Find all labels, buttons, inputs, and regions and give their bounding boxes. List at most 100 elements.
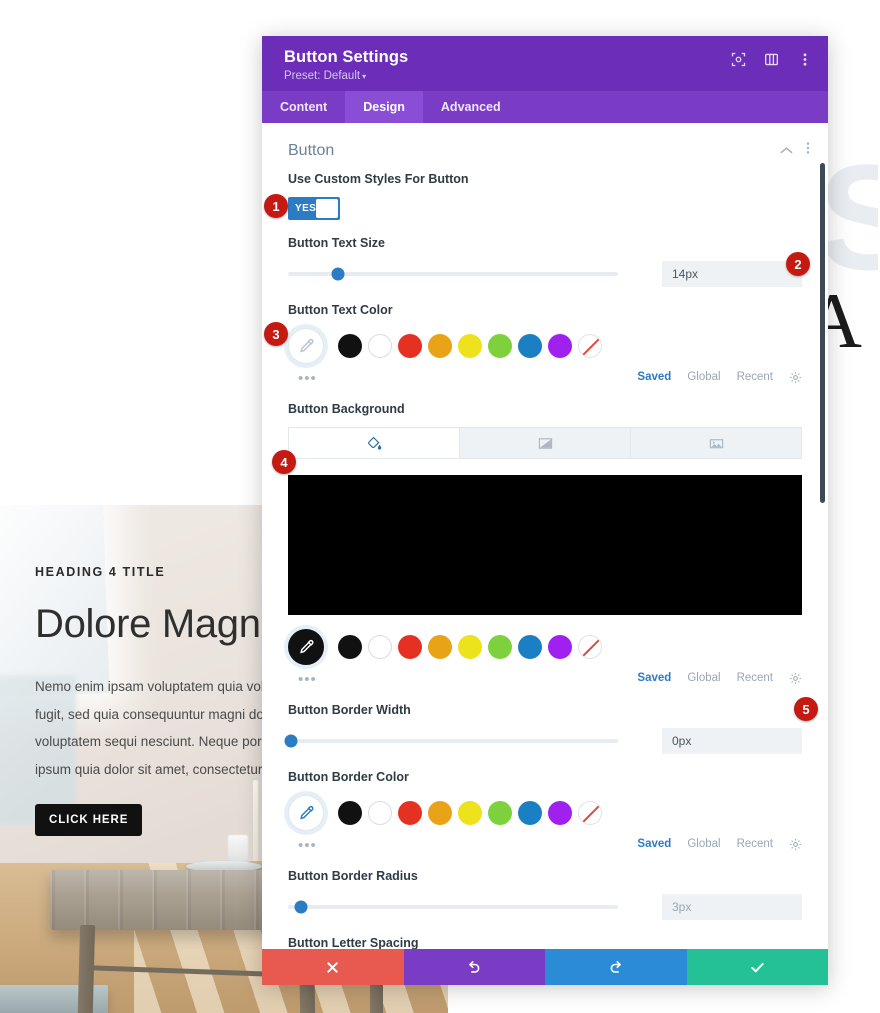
swatch-transparent[interactable] bbox=[578, 801, 602, 825]
layout-icon[interactable] bbox=[764, 52, 779, 67]
swatch-blue[interactable] bbox=[518, 801, 542, 825]
swatch-orange[interactable] bbox=[428, 334, 452, 358]
swatch-blue[interactable] bbox=[518, 635, 542, 659]
swatch-black[interactable] bbox=[338, 635, 362, 659]
section-actions bbox=[780, 141, 810, 160]
field-label: Button Border Radius bbox=[288, 869, 418, 883]
border-radius-slider[interactable] bbox=[288, 898, 618, 916]
field-label: Button Letter Spacing bbox=[288, 936, 419, 949]
palette-tab-global[interactable]: Global bbox=[687, 838, 720, 850]
swatch-white[interactable] bbox=[368, 334, 392, 358]
palette-tab-global[interactable]: Global bbox=[687, 672, 720, 684]
swatch-purple[interactable] bbox=[548, 334, 572, 358]
gear-icon[interactable] bbox=[789, 838, 802, 851]
modal-tabs: Content Design Advanced bbox=[262, 91, 828, 123]
marker-2: 2 bbox=[786, 252, 810, 276]
settings-scroll-area: Button Use Custom Styles For Button YES … bbox=[262, 123, 828, 949]
gear-icon[interactable] bbox=[789, 371, 802, 384]
toggle-value-label: YES bbox=[295, 203, 317, 214]
border-width-slider[interactable] bbox=[284, 732, 618, 750]
swatch-yellow[interactable] bbox=[458, 801, 482, 825]
custom-styles-toggle-row: YES bbox=[288, 197, 802, 220]
eyedropper-icon[interactable] bbox=[288, 795, 324, 831]
preset-selector[interactable]: Preset: Default ▾ bbox=[284, 70, 808, 82]
custom-styles-toggle[interactable]: YES bbox=[288, 197, 340, 220]
text-size-slider[interactable] bbox=[288, 265, 618, 283]
slider-track bbox=[288, 905, 618, 909]
field-button-text-color: Button Text Color ••• Saved Global Recen… bbox=[262, 303, 828, 386]
redo-button[interactable] bbox=[545, 949, 687, 985]
check-icon bbox=[751, 962, 764, 972]
field-label: Use Custom Styles For Button bbox=[288, 172, 469, 186]
palette-tab-recent[interactable]: Recent bbox=[737, 371, 773, 383]
palette-tabs: Saved Global Recent bbox=[637, 371, 802, 384]
swatch-transparent[interactable] bbox=[578, 635, 602, 659]
palette-tab-recent[interactable]: Recent bbox=[737, 672, 773, 684]
cancel-button[interactable] bbox=[262, 949, 404, 985]
slider-knob[interactable] bbox=[294, 900, 308, 914]
background-color-preview[interactable] bbox=[288, 475, 802, 615]
undo-button[interactable] bbox=[403, 949, 545, 985]
palette-tab-recent[interactable]: Recent bbox=[737, 838, 773, 850]
field-button-text-size: Button Text Size 14px bbox=[262, 236, 828, 287]
swatch-orange[interactable] bbox=[428, 635, 452, 659]
background-tab-gradient[interactable] bbox=[460, 428, 631, 458]
slider-knob[interactable] bbox=[331, 267, 344, 281]
field-label: Button Text Size bbox=[288, 236, 385, 250]
border-width-input[interactable]: 0px bbox=[662, 728, 802, 754]
more-vertical-icon[interactable] bbox=[806, 141, 810, 160]
swatch-white[interactable] bbox=[368, 635, 392, 659]
swatch-white[interactable] bbox=[368, 801, 392, 825]
swatch-yellow[interactable] bbox=[458, 334, 482, 358]
hero-cta-button[interactable]: CLICK HERE bbox=[35, 803, 143, 836]
swatch-blue[interactable] bbox=[518, 334, 542, 358]
eyedropper-icon[interactable] bbox=[288, 328, 324, 364]
palette-tab-saved[interactable]: Saved bbox=[637, 371, 671, 383]
more-colors-button[interactable]: ••• bbox=[298, 672, 317, 687]
swatch-red[interactable] bbox=[398, 334, 422, 358]
swatch-purple[interactable] bbox=[548, 801, 572, 825]
more-vertical-icon[interactable] bbox=[797, 52, 812, 67]
swatch-green[interactable] bbox=[488, 334, 512, 358]
swatch-orange[interactable] bbox=[428, 801, 452, 825]
swatch-red[interactable] bbox=[398, 635, 422, 659]
swatch-yellow[interactable] bbox=[458, 635, 482, 659]
slider-knob[interactable] bbox=[284, 734, 298, 748]
swatch-red[interactable] bbox=[398, 801, 422, 825]
toggle-knob[interactable] bbox=[316, 199, 338, 218]
palette-tab-saved[interactable]: Saved bbox=[637, 672, 671, 684]
palette-tab-saved[interactable]: Saved bbox=[637, 838, 671, 850]
text-color-palette-footer: ••• Saved Global Recent bbox=[288, 368, 802, 386]
field-button-letter-spacing: Button Letter Spacing 0px bbox=[262, 936, 828, 949]
eyedropper-icon[interactable] bbox=[288, 629, 324, 665]
marker-1: 1 bbox=[264, 194, 288, 218]
swatch-black[interactable] bbox=[338, 801, 362, 825]
swatch-black[interactable] bbox=[338, 334, 362, 358]
tab-design[interactable]: Design bbox=[345, 91, 423, 123]
palette-tabs: Saved Global Recent bbox=[637, 838, 802, 851]
field-button-border-radius: Button Border Radius 3px bbox=[262, 869, 828, 920]
tab-advanced[interactable]: Advanced bbox=[423, 91, 519, 123]
border-width-slider-row: 0px bbox=[284, 728, 802, 754]
tab-content[interactable]: Content bbox=[262, 91, 345, 123]
palette-tab-global[interactable]: Global bbox=[687, 371, 720, 383]
swatch-purple[interactable] bbox=[548, 635, 572, 659]
swatch-green[interactable] bbox=[488, 635, 512, 659]
border-radius-input[interactable]: 3px bbox=[662, 894, 802, 920]
save-button[interactable] bbox=[686, 949, 828, 985]
background-tab-color[interactable] bbox=[289, 428, 460, 458]
gear-icon[interactable] bbox=[789, 672, 802, 685]
modal-footer bbox=[262, 949, 828, 985]
background-tab-image[interactable] bbox=[631, 428, 801, 458]
section-title: Button bbox=[288, 141, 335, 159]
more-colors-button[interactable]: ••• bbox=[298, 371, 317, 386]
swatch-transparent[interactable] bbox=[578, 334, 602, 358]
text-size-input[interactable]: 14px bbox=[662, 261, 802, 287]
target-icon[interactable] bbox=[731, 52, 746, 67]
field-button-border-color: Button Border Color ••• Saved Global Rec… bbox=[262, 770, 828, 853]
settings-scrollbar[interactable] bbox=[820, 163, 825, 503]
more-colors-button[interactable]: ••• bbox=[298, 838, 317, 853]
chevron-up-icon[interactable] bbox=[780, 142, 793, 160]
redo-icon bbox=[610, 961, 621, 973]
swatch-green[interactable] bbox=[488, 801, 512, 825]
